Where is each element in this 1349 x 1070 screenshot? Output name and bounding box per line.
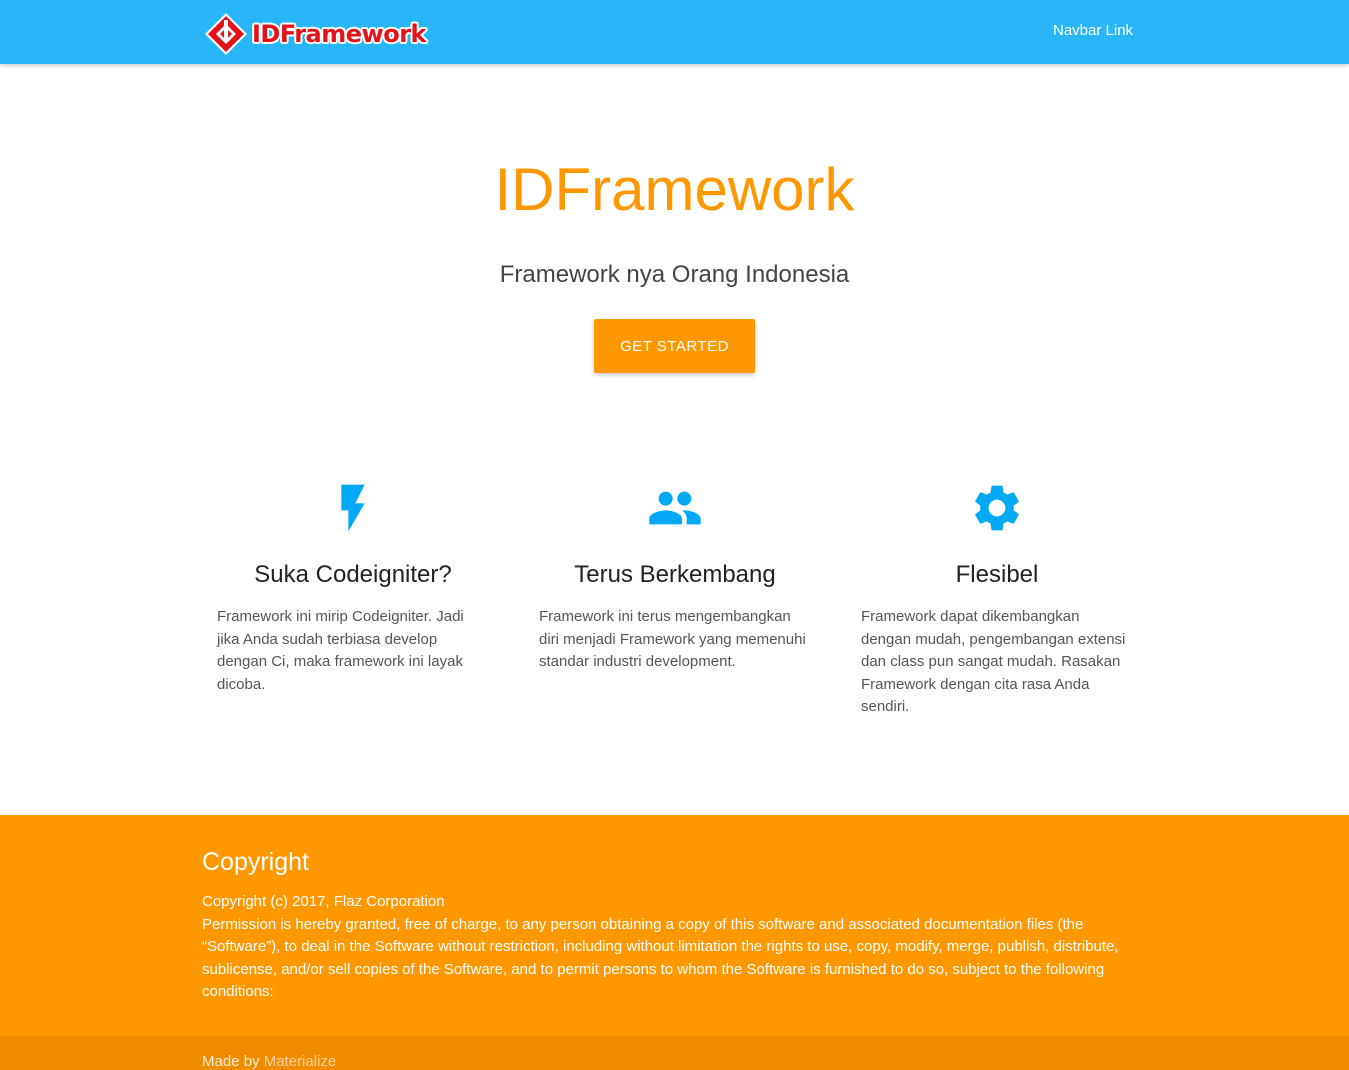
materialize-link[interactable]: Materialize (264, 1053, 337, 1070)
feature-text: Framework dapat dikembangkan dengan muda… (861, 608, 1126, 715)
brand-logo[interactable]: IDFramework (204, 12, 426, 56)
get-started-button[interactable]: GET STARTED (594, 319, 755, 373)
feature-title: Terus Berkembang (574, 561, 776, 588)
page-footer: Copyright Copyright (c) 2017, Flaz Corpo… (0, 815, 1349, 1070)
flash-icon (341, 484, 365, 532)
feature-text: Framework ini terus mengembangkan diri m… (539, 608, 806, 670)
hero-subtitle: Framework nya Orang Indonesia (499, 261, 850, 288)
made-by-prefix: Made by (202, 1053, 260, 1070)
feature-card-flesibel: Flesibel Framework dapat dikembangkan de… (861, 480, 1133, 719)
group-icon (649, 491, 701, 525)
footer-copyright-bar: Made by Materialize (0, 1036, 1349, 1070)
footer-heading: Copyright (202, 848, 309, 876)
hero-title: IDFramework (494, 156, 855, 223)
copyright-line: Copyright (c) 2017, Flaz Corporation (202, 893, 445, 910)
made-by-credit: Made by Materialize (202, 1053, 336, 1070)
navbar-link[interactable]: Navbar Link (1053, 22, 1133, 39)
footer-license: Copyright (c) 2017, Flaz Corporation Per… (202, 891, 1147, 1004)
feature-title: Flesibel (955, 561, 1039, 588)
feature-card-codeigniter: Suka Codeigniter? Framework ini mirip Co… (217, 480, 489, 696)
feature-card-berkembang: Terus Berkembang Framework ini terus men… (539, 480, 811, 674)
navbar: IDFramework Navbar Link (0, 0, 1349, 64)
brand-text: IDFramework (252, 20, 426, 48)
license-text: Permission is hereby granted, free of ch… (202, 915, 1119, 1001)
feature-text: Framework ini mirip Codeigniter. Jadi ji… (217, 608, 464, 693)
brand-diamond-icon (205, 13, 247, 55)
settings-gear-icon (975, 485, 1019, 531)
feature-title: Suka Codeigniter? (254, 561, 452, 588)
